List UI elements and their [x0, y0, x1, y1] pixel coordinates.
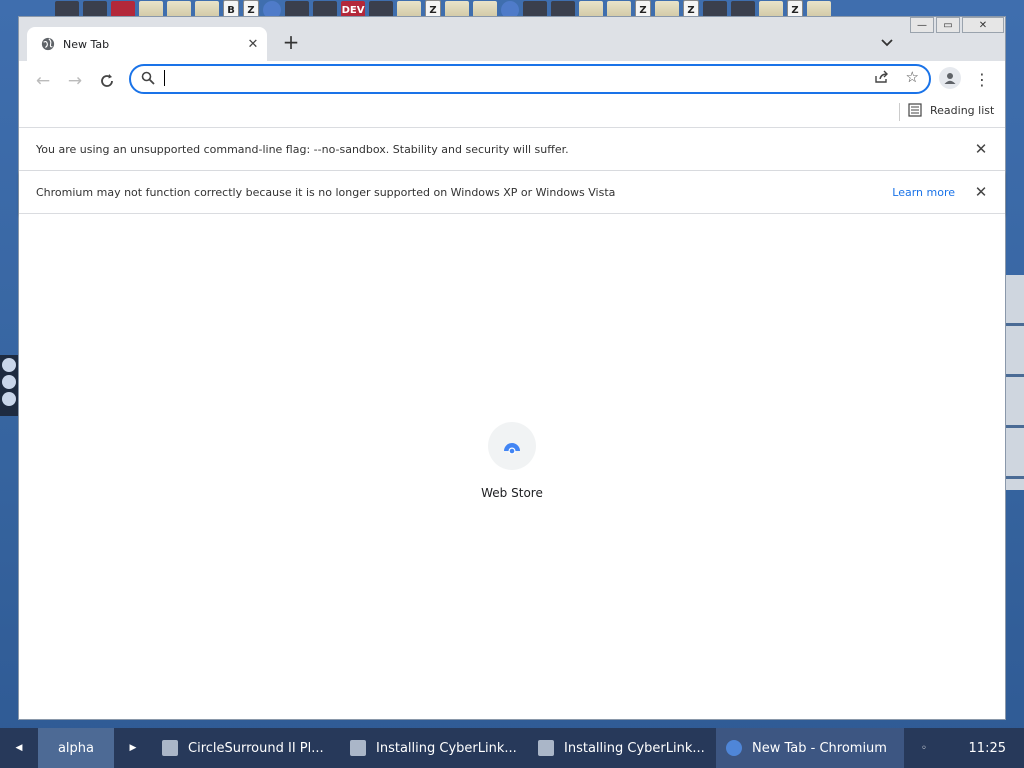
close-infobar-icon[interactable]: ✕	[971, 182, 991, 202]
taskbar-task-label: New Tab - Chromium	[752, 740, 887, 756]
close-window-button[interactable]: ✕	[962, 17, 1004, 33]
chromium-window: New Tab ✕ + — ▭ ✕ ← → ☆ ⋮ Reading list Y…	[18, 16, 1006, 720]
dock-app-icon[interactable]	[2, 375, 16, 389]
share-icon[interactable]	[874, 70, 889, 88]
reading-list-icon	[908, 103, 922, 117]
address-input[interactable]	[163, 68, 847, 90]
window-controls: — ▭ ✕	[910, 17, 1004, 33]
more-menu-icon[interactable]: ⋮	[973, 69, 991, 89]
taskbar-task-label: CircleSurround II Pl...	[188, 740, 324, 756]
tab-new-tab[interactable]: New Tab ✕	[27, 27, 267, 61]
browser-toolbar: ← → ☆ ⋮	[19, 61, 1005, 101]
minimize-button[interactable]: —	[910, 17, 934, 33]
installer-icon	[538, 740, 554, 756]
bookmarks-separator	[899, 103, 900, 121]
dock-app-icon[interactable]	[2, 358, 16, 372]
tray-indicator-icon[interactable]: ◦	[904, 743, 944, 754]
infobar-os-unsupported: Chromium may not function correctly beca…	[19, 171, 1005, 214]
web-store-shortcut[interactable]: Web Store	[481, 422, 543, 500]
bookmarks-bar: Reading list	[19, 101, 1005, 128]
reading-list-button[interactable]: Reading list	[908, 103, 994, 117]
profile-avatar-icon[interactable]	[939, 67, 961, 89]
bookmark-star-icon[interactable]: ☆	[906, 68, 919, 86]
web-store-label: Web Store	[481, 486, 543, 500]
globe-icon	[41, 37, 55, 51]
new-tab-button[interactable]: +	[280, 30, 302, 54]
taskbar: ◀ alpha ▶ CircleSurround II Pl... Instal…	[0, 728, 1024, 768]
infobar-message: You are using an unsupported command-lin…	[36, 142, 569, 156]
dock-app-icon[interactable]	[2, 392, 16, 406]
web-store-icon	[488, 422, 536, 470]
infobar-sandbox-warning: You are using an unsupported command-lin…	[19, 128, 1005, 171]
tab-title: New Tab	[63, 37, 110, 51]
infobar-message: Chromium may not function correctly beca…	[36, 185, 616, 199]
taskbar-task-active[interactable]: New Tab - Chromium	[716, 728, 904, 768]
maximize-button[interactable]: ▭	[936, 17, 960, 33]
taskbar-clock[interactable]: 11:25	[969, 741, 1006, 756]
taskbar-right-arrow-icon[interactable]: ▶	[114, 728, 152, 768]
taskbar-task[interactable]: Installing CyberLink...	[528, 728, 716, 768]
chevron-down-icon[interactable]	[877, 33, 897, 53]
workspace-switcher[interactable]: alpha	[38, 728, 114, 768]
reading-list-label: Reading list	[930, 103, 995, 117]
close-infobar-icon[interactable]: ✕	[971, 139, 991, 159]
omnibox[interactable]: ☆	[129, 64, 931, 94]
taskbar-task-label: Installing CyberLink...	[376, 740, 517, 756]
search-icon	[141, 71, 155, 85]
app-icon	[162, 740, 178, 756]
reload-icon[interactable]	[95, 69, 119, 93]
taskbar-task[interactable]: Installing CyberLink...	[340, 728, 528, 768]
tab-strip: New Tab ✕ + — ▭ ✕	[19, 17, 1005, 61]
text-caret	[164, 70, 165, 86]
learn-more-link[interactable]: Learn more	[892, 186, 955, 199]
taskbar-left-arrow-icon[interactable]: ◀	[0, 728, 38, 768]
taskbar-task[interactable]: CircleSurround II Pl...	[152, 728, 340, 768]
forward-arrow-icon[interactable]: →	[63, 69, 87, 93]
left-dock	[0, 355, 18, 416]
close-tab-icon[interactable]: ✕	[243, 34, 263, 54]
taskbar-task-label: Installing CyberLink...	[564, 740, 705, 756]
back-arrow-icon[interactable]: ←	[31, 69, 55, 93]
installer-icon	[350, 740, 366, 756]
new-tab-page: Web Store	[19, 214, 1005, 719]
chromium-icon	[726, 740, 742, 756]
